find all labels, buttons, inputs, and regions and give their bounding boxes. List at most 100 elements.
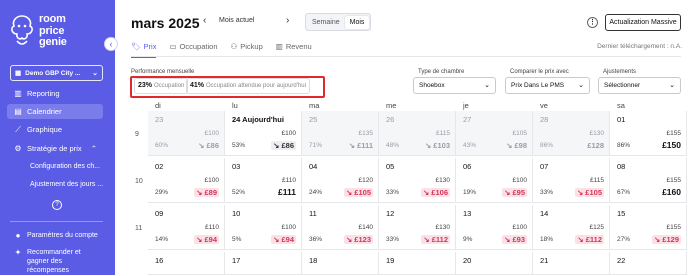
more-options-icon[interactable]: ⋮: [587, 17, 598, 28]
view-week-button[interactable]: Semaine: [307, 16, 345, 29]
pms-price: £100: [281, 130, 296, 137]
compare-value: Prix Dans Le PMS: [511, 82, 565, 89]
calendar-day-cell[interactable]: 12 £130 33% ↘ £112: [379, 205, 456, 250]
day-number: 14: [540, 209, 549, 218]
calendar-day-cell[interactable]: 17: [225, 252, 302, 275]
pms-price: £100: [512, 177, 527, 184]
prev-month-button[interactable]: ‹: [203, 15, 206, 26]
nav-graphique[interactable]: ⟋ Graphique: [7, 122, 103, 137]
occupancy-percent: 43%: [463, 142, 477, 149]
sub-item-ajustement[interactable]: Ajustement des jours ...: [30, 181, 103, 188]
recommend-line: Recommander et: [27, 249, 81, 256]
pms-price: £125: [589, 224, 604, 231]
calendar-day-cell[interactable]: 19: [379, 252, 456, 275]
current-month-button[interactable]: Mois actuel: [219, 17, 254, 24]
tab-label: Pickup: [240, 42, 263, 51]
calendar-day-cell[interactable]: 05 £130 33% ↘ £106: [379, 158, 456, 203]
calendar-day-cell[interactable]: 07 £115 33% ↘ £105: [533, 158, 610, 203]
calendar-day-cell[interactable]: 09 £110 14% ↘ £94: [148, 205, 225, 250]
calendar-day-cell[interactable]: 28 £130 86% £128: [533, 111, 610, 156]
occupancy-percent: 86%: [617, 142, 631, 149]
sidebar: room price genie ‹ ▦ Demo GBP City ... ⌄…: [0, 0, 117, 276]
adjust-value: Sélectionner: [604, 82, 641, 89]
chevron-down-icon: ⌄: [578, 82, 584, 89]
nav-reporting[interactable]: ▥ Reporting: [7, 86, 103, 101]
calendar-day-cell[interactable]: 10 £100 5% ↘ £94: [225, 205, 302, 250]
nav-strategie-de-prix[interactable]: ⚙ Stratégie de prix ⌃: [7, 141, 103, 156]
calendar-day-cell[interactable]: 13 £100 9% ↘ £93: [456, 205, 533, 250]
logo[interactable]: room price genie: [10, 13, 67, 50]
day-number: 02: [155, 162, 164, 171]
day-number: 26: [386, 115, 395, 124]
calendar-day-cell[interactable]: 18: [302, 252, 379, 275]
calendar-day-cell[interactable]: 04 £120 24% ↘ £105: [302, 158, 379, 203]
tab-label: Prix: [143, 42, 157, 51]
calendar-day-cell[interactable]: 06 £100 19% ↘ £95: [456, 158, 533, 203]
chevron-down-icon: ⌄: [92, 70, 98, 77]
calendar-day-cell[interactable]: 20: [456, 252, 533, 275]
main-content: mars 2025 ‹ Mois actuel › Semaine Mois ⋮…: [115, 0, 688, 275]
calendar-day-cell[interactable]: 16: [148, 252, 225, 275]
adjust-select[interactable]: Sélectionner ⌄: [598, 77, 681, 94]
calendar-day-cell[interactable]: 21: [533, 252, 610, 275]
occupancy-percent: 9%: [463, 236, 473, 243]
calendar-day-cell[interactable]: 14 £125 18% ↘ £112: [533, 205, 610, 250]
view-month-button[interactable]: Mois: [344, 15, 370, 29]
calendar-day-cell[interactable]: 01 £155 86% £150: [610, 111, 687, 156]
sub-item-configuration[interactable]: Configuration des ch...: [30, 163, 100, 170]
nav-label: Calendrier: [27, 107, 62, 116]
occupancy-percent: 29%: [155, 189, 169, 196]
hotel-selector[interactable]: ▦ Demo GBP City ... ⌄: [10, 65, 103, 81]
day-number: 05: [386, 162, 395, 171]
pms-price: £115: [590, 177, 604, 184]
expected-value: 41%: [190, 82, 205, 89]
day-number: 09: [155, 209, 164, 218]
day-number: 28: [540, 115, 549, 124]
calendar-day-cell[interactable]: 27 £105 43% ↘ £98: [456, 111, 533, 156]
next-month-button[interactable]: ›: [286, 15, 289, 26]
tabs-divider: [131, 56, 681, 57]
day-number: 19: [386, 256, 395, 265]
day-number: 27: [463, 115, 472, 124]
suggested-price: ↘ £98: [506, 141, 527, 150]
calendar-day-cell[interactable]: 03 £110 52% £111: [225, 158, 302, 203]
adjust-label: Ajustements: [603, 69, 637, 75]
calendar-day-cell[interactable]: 23 £100 60% ↘ £86: [148, 111, 225, 156]
calendar-day-cell[interactable]: 26 £115 48% ↘ £103: [379, 111, 456, 156]
day-number: 22: [617, 256, 626, 265]
weekday-sa: sa: [617, 101, 625, 110]
calendar-day-cell[interactable]: 08 £155 67% £160: [610, 158, 687, 203]
pms-price: £155: [666, 130, 681, 137]
calendar-day-cell[interactable]: 25 £135 71% ↘ £111: [302, 111, 379, 156]
calendar-day-cell[interactable]: 11 £140 36% ↘ £123: [302, 205, 379, 250]
room-type-select[interactable]: Shoebox ⌄: [413, 77, 496, 94]
nav-account-settings[interactable]: ● Paramètres du compte: [7, 228, 103, 243]
compare-select[interactable]: Prix Dans Le PMS ⌄: [505, 77, 590, 94]
nav-recommend[interactable]: ✦ Recommander et gagner des récompenses: [7, 248, 103, 276]
pms-price: £120: [358, 177, 373, 184]
building-icon: ▦: [15, 70, 22, 77]
calendar-day-cell[interactable]: 15 £155 27% ↘ £129: [610, 205, 687, 250]
suggested-price: ↘ £111: [348, 141, 373, 150]
compare-label: Comparer le prix avec: [510, 69, 569, 75]
occupancy-label: Occupation: [154, 83, 185, 89]
day-number: 03: [232, 162, 241, 171]
suggested-price: ↘ £93: [502, 235, 527, 244]
day-number: 11: [309, 209, 317, 218]
nav-label: Reporting: [27, 89, 60, 98]
pms-price: £110: [282, 177, 296, 184]
pms-price: £115: [436, 130, 450, 137]
calendar-day-cell[interactable]: 24 Aujourd'hui £100 53% ↘ £86: [225, 111, 302, 156]
line-chart-icon: ⟋: [15, 124, 21, 134]
bulk-update-button[interactable]: Actualization Massive: [605, 14, 681, 31]
help-icon[interactable]: ?: [52, 200, 62, 210]
performance-label: Performance mensuelle: [131, 69, 195, 75]
suggested-price: £150: [662, 140, 681, 150]
occupancy-percent: 5%: [232, 236, 242, 243]
nav-calendrier[interactable]: ▤ Calendrier: [7, 104, 103, 119]
calendar-day-cell[interactable]: 22: [610, 252, 687, 275]
suggested-price: ↘ £95: [502, 188, 527, 197]
day-number: 04: [309, 162, 318, 171]
calendar-day-cell[interactable]: 02 £100 29% ↘ £89: [148, 158, 225, 203]
pms-price: £130: [435, 177, 450, 184]
